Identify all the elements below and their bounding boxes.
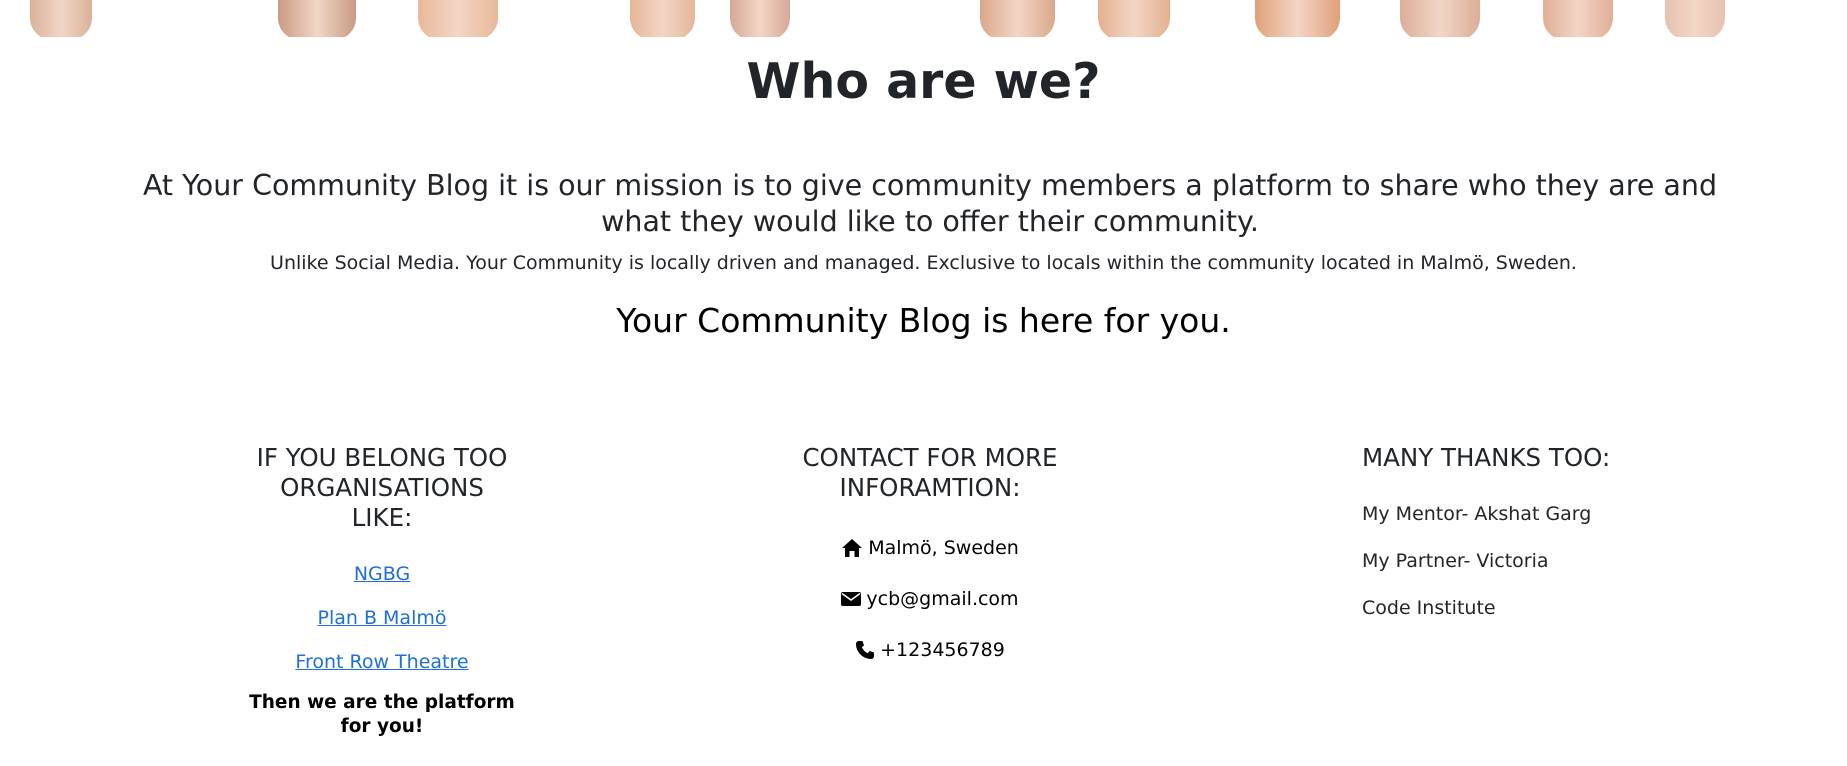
- email-text: ycb@gmail.com: [866, 588, 1019, 610]
- tagline: Your Community Blog is here for you.: [616, 301, 1231, 340]
- hand-image: [1098, 0, 1170, 37]
- link-plan-b-malmo[interactable]: Plan B Malmö: [232, 607, 532, 629]
- hand-image: [1400, 0, 1480, 37]
- heading-line: ORGANISATIONS: [280, 473, 484, 502]
- hero-image-strip: [0, 0, 1847, 37]
- home-icon: [842, 539, 863, 557]
- thanks-column: MANY THANKS TOO: My Mentor- Akshat Garg …: [1362, 443, 1682, 619]
- platform-closing-text: Then we are the platform for you!: [232, 691, 532, 739]
- thanks-item: Code Institute: [1362, 597, 1496, 619]
- link-front-row-theatre[interactable]: Front Row Theatre: [232, 651, 532, 673]
- mission-statement: At Your Community Blog it is our mission…: [142, 169, 1718, 238]
- organisations-column: IF YOU BELONG TOO ORGANISATIONS LIKE: NG…: [232, 443, 532, 739]
- envelope-icon: [841, 592, 862, 606]
- thanks-item: My Partner- Victoria: [1362, 550, 1549, 572]
- hand-image: [278, 0, 356, 37]
- contact-phone: +123456789: [780, 637, 1080, 663]
- hand-image: [1665, 0, 1725, 37]
- contact-location: Malmö, Sweden: [780, 535, 1080, 561]
- hand-image: [980, 0, 1055, 37]
- link-ngbg[interactable]: NGBG: [232, 563, 532, 585]
- hand-image: [1255, 0, 1340, 37]
- thanks-item: My Mentor- Akshat Garg: [1362, 503, 1592, 525]
- hand-image: [630, 0, 695, 37]
- phone-icon: [856, 641, 875, 659]
- contact-column: CONTACT FOR MORE INFORAMTION: Malmö, Swe…: [780, 443, 1080, 663]
- contact-heading: CONTACT FOR MORE INFORAMTION:: [780, 443, 1080, 503]
- page-title: Who are we?: [746, 53, 1101, 110]
- phone-text: +123456789: [880, 639, 1005, 661]
- hand-image: [418, 0, 498, 37]
- closing-line: for you!: [340, 716, 424, 737]
- organisations-heading: IF YOU BELONG TOO ORGANISATIONS LIKE:: [232, 443, 532, 533]
- about-description: Unlike Social Media. Your Community is l…: [270, 252, 1577, 274]
- heading-line: INFORAMTION:: [839, 473, 1021, 502]
- hand-image: [730, 0, 790, 37]
- heading-line: IF YOU BELONG TOO: [256, 443, 508, 472]
- hand-image: [1543, 0, 1613, 37]
- location-text: Malmö, Sweden: [868, 537, 1019, 559]
- thanks-heading: MANY THANKS TOO:: [1362, 443, 1611, 472]
- contact-email: ycb@gmail.com: [780, 586, 1080, 612]
- heading-line: CONTACT FOR MORE: [802, 443, 1058, 472]
- heading-line: LIKE:: [351, 503, 413, 532]
- hand-image: [30, 0, 92, 37]
- closing-line: Then we are the platform: [249, 692, 515, 713]
